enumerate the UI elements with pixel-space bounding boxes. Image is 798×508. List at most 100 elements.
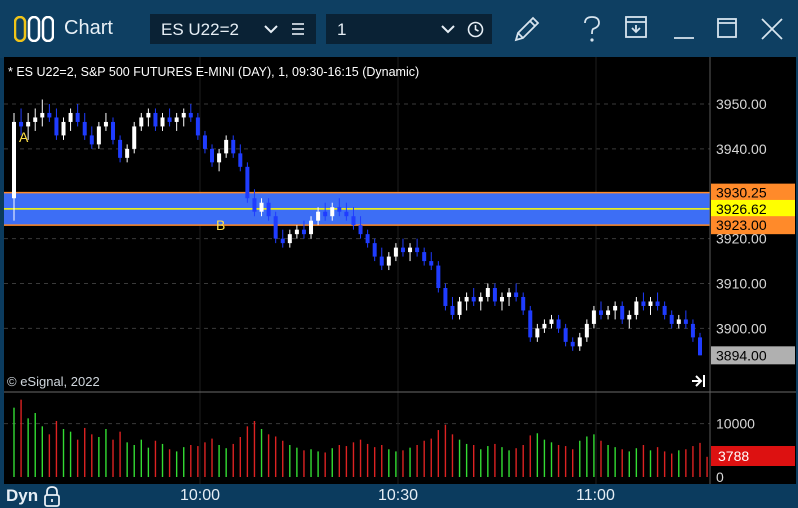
candle-body xyxy=(698,337,702,356)
candle-body xyxy=(146,112,151,118)
maximize-icon[interactable] xyxy=(716,17,738,39)
last-volume-tag: 3788 xyxy=(718,448,749,464)
candle-body xyxy=(259,202,264,212)
candle-body xyxy=(379,256,384,266)
candle-body xyxy=(436,265,441,289)
candle-body xyxy=(464,296,469,302)
candle-body xyxy=(627,314,632,320)
candle-body xyxy=(167,117,172,122)
band-top-tag: 3930.25 xyxy=(716,185,767,201)
candle-body xyxy=(294,229,299,235)
save-window-icon[interactable] xyxy=(624,15,650,41)
candle-body xyxy=(443,288,448,306)
candle-body xyxy=(238,153,243,167)
candle-body xyxy=(231,139,236,154)
lock-icon[interactable] xyxy=(43,486,61,507)
help-icon[interactable] xyxy=(581,15,603,43)
candle-body xyxy=(457,301,462,315)
candle-body xyxy=(485,288,490,297)
candle-body xyxy=(224,139,229,154)
candle-body xyxy=(662,305,667,315)
candle-body xyxy=(683,319,688,324)
candle-body xyxy=(280,238,285,244)
marker-b: B xyxy=(216,217,225,233)
dyn-mode-label[interactable]: Dyn xyxy=(6,486,38,506)
candle-body xyxy=(111,121,116,140)
candle-body xyxy=(507,292,512,297)
candle-body xyxy=(549,319,554,324)
candle-body xyxy=(641,301,646,306)
candle-body xyxy=(499,296,504,302)
symbol-combo[interactable]: ES U22=2 xyxy=(150,14,316,44)
candle-body xyxy=(47,112,52,118)
candle-body xyxy=(372,243,377,257)
candle-body xyxy=(188,112,193,118)
candle-body xyxy=(68,112,73,122)
candle-body xyxy=(415,247,420,253)
candle-body xyxy=(19,121,24,127)
band-mid-tag: 3926.62 xyxy=(716,201,767,217)
last-price-tag: 3894.00 xyxy=(716,347,767,363)
candle-body xyxy=(301,229,306,235)
candle-body xyxy=(118,139,123,158)
candle-body xyxy=(386,256,391,266)
pencil-icon[interactable] xyxy=(511,13,543,45)
dropdown-chevron-icon[interactable] xyxy=(264,24,278,34)
candle-body xyxy=(217,153,222,163)
chart-svg[interactable]: 3950.003940.003930.003920.003910.003900.… xyxy=(4,57,796,484)
price-tick-label: 3950.00 xyxy=(716,96,767,112)
candle-body xyxy=(33,117,38,122)
candle-body xyxy=(61,121,66,136)
candle-body xyxy=(273,216,278,239)
candle-body xyxy=(181,112,186,118)
candle-body xyxy=(252,198,257,212)
candle-body xyxy=(344,211,349,217)
time-label-10-30: 10:30 xyxy=(378,487,419,504)
candle-body xyxy=(606,310,611,315)
candle-body xyxy=(174,117,179,122)
candle-body xyxy=(514,292,519,297)
candle-body xyxy=(570,341,575,347)
chart-header: * ES U22=2, S&P 500 FUTURES E-MINI (DAY)… xyxy=(8,65,419,79)
window-title: Chart xyxy=(64,17,113,39)
candle-body xyxy=(528,310,533,338)
candle-body xyxy=(408,247,413,253)
candle-body xyxy=(591,310,596,324)
candle-body xyxy=(266,202,271,217)
volume-tick-label: 0 xyxy=(716,469,724,484)
candle-body xyxy=(492,288,497,302)
status-bar: Dyn 10:00 10:30 11:00 xyxy=(0,484,798,508)
candle-body xyxy=(365,234,370,244)
candle-body xyxy=(450,305,455,315)
candle-body xyxy=(351,216,356,226)
candle-body xyxy=(563,328,568,342)
price-tick-label: 3940.00 xyxy=(716,141,767,157)
copyright: © eSignal, 2022 xyxy=(7,374,100,389)
candle-body xyxy=(620,305,625,320)
candle-body xyxy=(245,166,250,199)
jump-to-end-icon[interactable] xyxy=(692,375,705,387)
candle-body xyxy=(153,112,158,127)
candle-body xyxy=(103,121,108,127)
candle-body xyxy=(584,323,589,338)
candle-body xyxy=(471,296,476,302)
candle-body xyxy=(577,337,582,347)
dropdown-chevron-icon[interactable] xyxy=(441,24,455,34)
candle-body xyxy=(393,247,398,257)
candle-body xyxy=(40,112,45,118)
candle-body xyxy=(556,319,561,329)
close-icon[interactable] xyxy=(760,17,784,41)
candle-body xyxy=(648,301,653,306)
interval-combo[interactable]: 1 xyxy=(326,14,492,44)
candle-body xyxy=(195,117,200,136)
candle-body xyxy=(598,310,603,315)
minimize-icon[interactable] xyxy=(672,16,696,42)
chart-area[interactable]: 3950.003940.003930.003920.003910.003900.… xyxy=(4,57,796,484)
volume-tick-label: 10000 xyxy=(716,416,755,432)
candle-body xyxy=(287,234,292,244)
menu-lines-icon[interactable] xyxy=(291,22,305,36)
candle-body xyxy=(132,126,137,149)
candle-body xyxy=(82,121,87,136)
clock-icon[interactable] xyxy=(467,21,484,38)
candle-body xyxy=(655,301,660,306)
